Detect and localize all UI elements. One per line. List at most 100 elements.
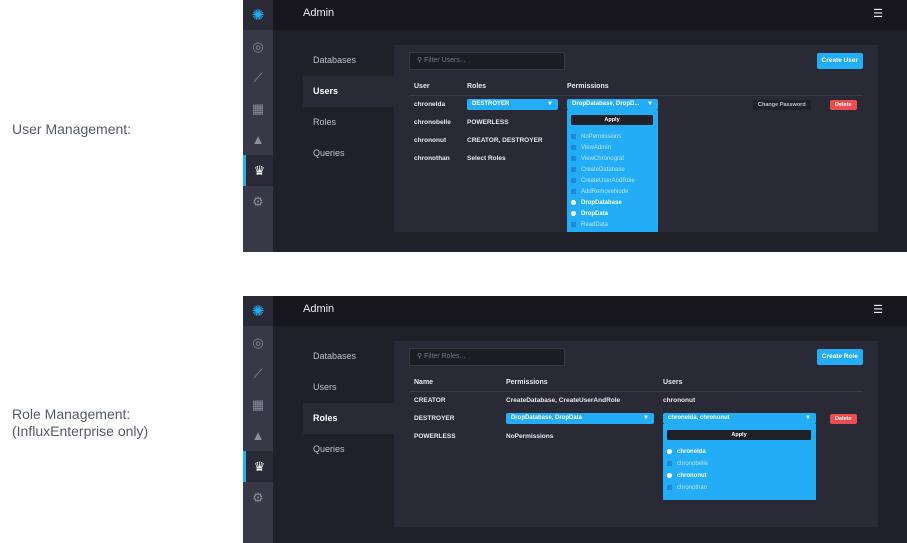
hosts-icon[interactable]: ▦ <box>243 389 273 420</box>
permission-option-selected[interactable]: DropData <box>571 209 608 219</box>
graph-icon[interactable]: ⟋ <box>243 358 273 389</box>
tab-queries[interactable]: Queries <box>303 138 394 169</box>
users-panel: ⚲ Filter Users... Create User User Roles… <box>394 45 878 232</box>
checkbox-icon <box>571 177 576 183</box>
settings-gear-icon[interactable]: ⚙ <box>243 482 273 513</box>
option-label: chronelda <box>677 449 706 455</box>
user-option-selected[interactable]: chronelda <box>667 447 706 457</box>
option-label: chronobelle <box>677 461 709 467</box>
header-permissions: Permissions <box>567 83 609 90</box>
option-label: NoPermissions <box>581 134 622 140</box>
alert-icon[interactable]: ▲ <box>243 124 273 155</box>
user-option-selected[interactable]: chrononut <box>667 471 707 481</box>
roles-panel: ⚲ Filter Roles... Create Role Name Permi… <box>394 341 878 527</box>
checkbox-checked-icon <box>571 199 576 205</box>
permission-option[interactable]: NoPermissions <box>571 132 621 142</box>
delete-button[interactable]: Delete <box>830 100 857 110</box>
option-label: chrononut <box>677 473 707 479</box>
user-name: chronothan <box>414 155 450 162</box>
permission-option[interactable]: AddRemoveNode <box>571 187 628 197</box>
menu-icon[interactable]: ☰ <box>873 303 883 316</box>
tab-users[interactable]: Users <box>303 372 394 403</box>
admin-crown-icon[interactable]: ♛ <box>243 155 273 186</box>
menu-icon[interactable]: ☰ <box>873 7 883 20</box>
chevron-down-icon: ▼ <box>647 101 653 107</box>
filter-users-input[interactable]: ⚲ Filter Users... <box>409 52 565 70</box>
logo-icon[interactable]: ✺ <box>243 0 273 30</box>
graph-icon[interactable]: ⟋ <box>243 62 273 93</box>
caption-role-line2: (InfluxEnterprise only) <box>12 423 149 439</box>
header-divider <box>409 95 863 96</box>
permissions-dropdown[interactable]: DropDatabase, DropD... ▼ <box>567 99 658 110</box>
create-role-button[interactable]: Create Role <box>816 349 863 365</box>
admin-subnav: Databases Users Roles Queries <box>303 341 394 465</box>
admin-crown-icon[interactable]: ♛ <box>243 451 273 482</box>
apply-button[interactable]: Apply <box>667 430 811 440</box>
tab-databases[interactable]: Databases <box>303 45 394 76</box>
user-option[interactable]: chronobelle <box>667 459 708 469</box>
dashboard-icon[interactable]: ◎ <box>243 327 273 358</box>
role-name: CREATOR <box>414 397 446 404</box>
permissions-menu: Apply NoPermissions ViewAdmin ViewChrono… <box>567 110 658 232</box>
settings-gear-icon[interactable]: ⚙ <box>243 186 273 217</box>
option-label: AddRemoveNode <box>581 189 629 195</box>
page-title: Admin <box>303 303 335 315</box>
tab-databases[interactable]: Databases <box>303 341 394 372</box>
caption-role-line1: Role Management: <box>12 406 131 422</box>
chevron-down-icon: ▼ <box>805 415 811 421</box>
hosts-icon[interactable]: ▦ <box>243 93 273 124</box>
apply-button[interactable]: Apply <box>571 115 653 125</box>
checkbox-icon <box>667 484 672 490</box>
caption-role-management: Role Management: (InfluxEnterprise only) <box>12 406 148 440</box>
option-label: DropData <box>581 211 609 217</box>
role-users[interactable]: chrononut <box>663 397 695 404</box>
create-user-button[interactable]: Create User <box>816 53 863 69</box>
caption-user-management: User Management: <box>12 121 132 137</box>
option-label: DropDatabase <box>581 200 622 206</box>
page: User Management: Role Management: (Influ… <box>0 0 907 543</box>
users-dropdown-value: chronelda, chrononut <box>668 415 730 421</box>
tab-queries[interactable]: Queries <box>303 434 394 465</box>
user-option[interactable]: chronothan <box>667 483 707 493</box>
roles-dropdown[interactable]: DESTROYER ▼ <box>467 99 558 110</box>
user-roles[interactable]: Select Roles <box>467 155 506 162</box>
permission-option[interactable]: ViewChronograf <box>571 154 624 164</box>
delete-button[interactable]: Delete <box>830 414 857 424</box>
page-title: Admin <box>303 7 335 19</box>
option-label: ViewChronograf <box>581 156 624 162</box>
users-dropdown[interactable]: chronelda, chrononut ▼ <box>663 413 816 424</box>
checkbox-checked-icon <box>571 210 576 216</box>
chevron-down-icon: ▼ <box>547 101 553 107</box>
header-name: Name <box>414 379 434 386</box>
permissions-dropdown[interactable]: DropDatabase, DropData ▼ <box>506 413 654 424</box>
header-roles: Roles <box>467 83 487 90</box>
permission-option[interactable]: ReadData <box>571 220 608 230</box>
filter-placeholder: Filter Users... <box>424 57 466 64</box>
option-label: CreateUserAndRole <box>581 178 635 184</box>
logo-icon[interactable]: ✺ <box>243 296 273 326</box>
user-roles[interactable]: CREATOR, DESTROYER <box>467 137 543 144</box>
user-name: chronelda <box>414 101 446 108</box>
user-name: chronobelle <box>414 119 451 126</box>
alert-icon[interactable]: ▲ <box>243 420 273 451</box>
user-name: chrononut <box>414 137 447 144</box>
screenshot-users: ✺ ◎ ⟋ ▦ ▲ ♛ ⚙ Admin ☰ Databases Users Ro… <box>243 0 907 252</box>
user-roles[interactable]: POWERLESS <box>467 119 509 126</box>
tab-roles[interactable]: Roles <box>303 107 394 138</box>
permission-option[interactable]: ViewAdmin <box>571 143 611 153</box>
permission-option[interactable]: CreateUserAndRole <box>571 176 635 186</box>
dashboard-icon[interactable]: ◎ <box>243 31 273 62</box>
filter-roles-input[interactable]: ⚲ Filter Roles... <box>409 348 565 366</box>
role-name: DESTROYER <box>414 415 455 422</box>
tab-roles[interactable]: Roles <box>303 403 394 434</box>
change-password-button[interactable]: Change Password <box>753 100 811 110</box>
permission-option-selected[interactable]: DropDatabase <box>571 198 622 208</box>
role-permissions[interactable]: NoPermissions <box>506 433 553 440</box>
tab-users[interactable]: Users <box>303 76 394 107</box>
checkbox-icon <box>571 144 576 150</box>
checkbox-checked-icon <box>667 472 672 478</box>
permissions-dropdown-value: DropDatabase, DropD... <box>572 101 640 107</box>
screenshot-roles: ✺ ◎ ⟋ ▦ ▲ ♛ ⚙ Admin ☰ Databases Users Ro… <box>243 296 907 543</box>
permission-option[interactable]: CreateDatabase <box>571 165 625 175</box>
role-permissions[interactable]: CreateDatabase, CreateUserAndRole <box>506 397 620 404</box>
